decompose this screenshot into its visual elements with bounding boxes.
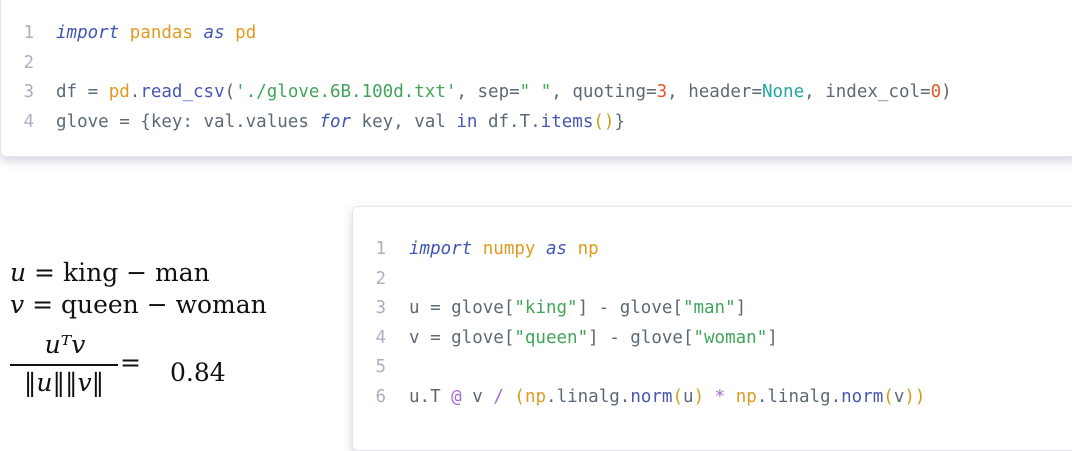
equation-v: v = queen − woman (10, 290, 267, 319)
code-line: 4 glove = {key: val.values for key, val … (1, 108, 1072, 138)
line-number: 6 (375, 386, 386, 407)
code-text: import numpy as np (409, 239, 599, 259)
line-number: 2 (375, 268, 386, 289)
code-line: 2 (1, 49, 1072, 79)
code-line: 1 import numpy as np (353, 235, 1072, 265)
code-text: v = glove["queen"] - glove["woman"] (409, 327, 778, 348)
code-line: 3 u = glove["king"] - glove["man"] (353, 294, 1072, 324)
code-line: 4 v = glove["queen"] - glove["woman"] (353, 324, 1072, 354)
fraction-denominator: ‖u‖‖v‖ (23, 368, 105, 397)
code-text: import pandas as pd (56, 23, 257, 43)
code-text: u = glove["king"] - glove["man"] (409, 298, 747, 318)
equals-sign: = (120, 348, 141, 377)
line-number: 4 (375, 327, 386, 348)
line-number: 4 (23, 111, 34, 132)
line-number: 5 (375, 357, 386, 377)
line-number: 1 (23, 23, 34, 43)
similarity-result: 0.84 (170, 358, 226, 387)
code-text: df = pd.read_csv('./glove.6B.100d.txt', … (56, 82, 952, 102)
fraction-numerator: uᵀv (44, 330, 86, 359)
code-text: glove = {key: val.values for key, val in… (56, 111, 625, 132)
line-number: 3 (375, 298, 386, 318)
code-text: u.T @ v / (np.linalg.norm(u) * np.linalg… (409, 386, 926, 407)
code-block-numpy: 1 import numpy as np 2 3 u = glove["king… (352, 206, 1072, 451)
line-number: 1 (375, 239, 386, 259)
code-line: 6 u.T @ v / (np.linalg.norm(u) * np.lina… (353, 383, 1072, 413)
code-line: 1 import pandas as pd (1, 19, 1072, 49)
code-line: 3 df = pd.read_csv('./glove.6B.100d.txt'… (1, 78, 1072, 108)
code-line: 2 (353, 265, 1072, 295)
fraction-bar (10, 364, 118, 366)
code-block-pandas: 1 import pandas as pd 2 3 df = pd.read_c… (0, 0, 1072, 157)
code-line: 5 (353, 353, 1072, 383)
line-number: 3 (23, 82, 34, 102)
equation-u: u = king − man (10, 258, 210, 287)
line-number: 2 (23, 52, 34, 73)
